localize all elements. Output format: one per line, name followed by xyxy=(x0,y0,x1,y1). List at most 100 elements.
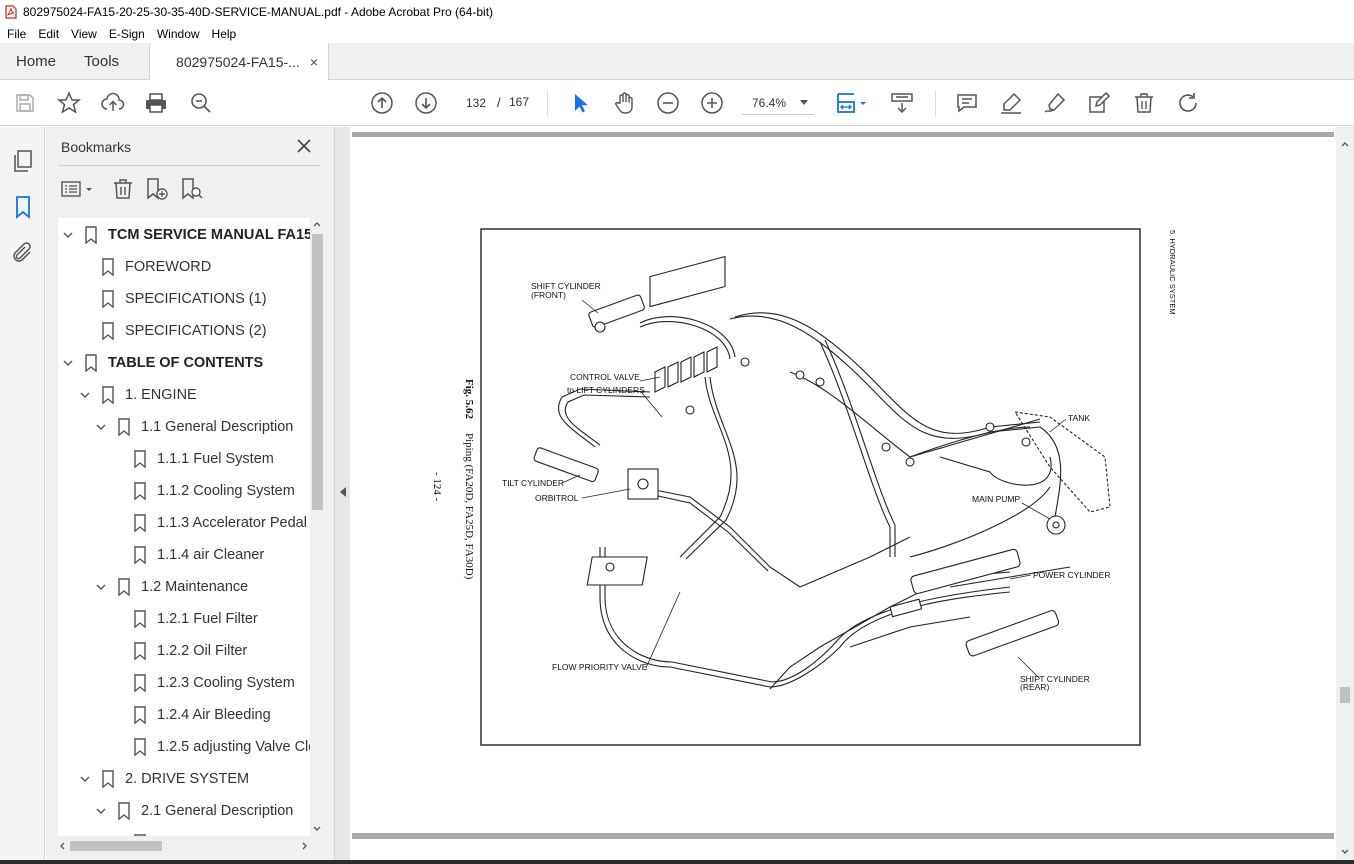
chevron-down-icon[interactable] xyxy=(61,228,75,242)
bookmark-item[interactable]: TCM SERVICE MANUAL FA15D xyxy=(61,219,310,251)
edit-icon[interactable] xyxy=(1087,91,1111,115)
bookmark-item[interactable]: 1.2.5 adjusting Valve Clearance xyxy=(133,731,310,763)
rotate-icon[interactable] xyxy=(1176,91,1200,115)
bookmark-item[interactable]: 2. DRIVE SYSTEM xyxy=(78,763,310,795)
window-title: 802975024-FA15-20-25-30-35-40D-SERVICE-M… xyxy=(23,5,494,19)
bookmark-item[interactable]: 2.1 General Description xyxy=(94,795,310,827)
chevron-down-icon[interactable] xyxy=(78,388,92,402)
tab-tools[interactable]: Tools xyxy=(70,43,149,79)
bookmark-icon xyxy=(101,290,115,309)
toolbar-divider xyxy=(935,90,936,116)
page-number-input[interactable] xyxy=(458,91,494,115)
star-icon[interactable] xyxy=(56,91,82,115)
save-icon[interactable] xyxy=(13,91,37,115)
chevron-down-icon[interactable] xyxy=(78,772,92,786)
bookmark-icon xyxy=(133,834,147,836)
options-menu-icon[interactable] xyxy=(60,177,96,201)
bookmark-item[interactable]: 1.1.4 air Cleaner xyxy=(133,539,310,571)
bookmark-label: 2. DRIVE SYSTEM xyxy=(125,771,250,787)
bookmark-item[interactable]: 1.2.3 Cooling System xyxy=(133,667,310,699)
bookmark-item[interactable]: 1.1.1 Fuel System xyxy=(133,443,310,475)
tab-home[interactable]: Home xyxy=(0,43,70,79)
bookmark-label: 1.1.1 Fuel System xyxy=(157,451,274,467)
bookmark-label: 2.1.1 D xyxy=(157,835,204,836)
bookmark-icon[interactable] xyxy=(11,195,35,219)
bookmark-item[interactable]: 2.1.1 D xyxy=(133,827,310,836)
zoom-out-icon[interactable] xyxy=(656,91,680,115)
bookmark-item[interactable]: 1.2 Maintenance xyxy=(94,571,310,603)
divider xyxy=(58,165,320,166)
scrollbar-thumb[interactable] xyxy=(1340,687,1350,703)
collapse-arrow-icon xyxy=(340,487,346,497)
scroll-right-arrow-icon[interactable] xyxy=(302,842,308,850)
scroll-up-arrow-icon[interactable] xyxy=(1341,141,1349,147)
upload-icon[interactable] xyxy=(101,91,125,115)
bookmark-label: 1.1.2 Cooling System xyxy=(157,483,295,499)
menu-esign[interactable]: E-Sign xyxy=(102,27,150,41)
scrollbar-thumb[interactable] xyxy=(70,841,162,851)
chevron-down-icon[interactable] xyxy=(61,356,75,370)
highlight-icon[interactable] xyxy=(999,91,1023,115)
chevron-down-icon[interactable] xyxy=(94,804,108,818)
attachment-icon[interactable] xyxy=(11,241,35,265)
page-thumbnails-icon[interactable] xyxy=(11,149,35,173)
page-separator: / xyxy=(497,95,501,110)
menu-help[interactable]: Help xyxy=(205,27,242,41)
acrobat-pdf-icon xyxy=(5,5,17,19)
scroll-mode-icon[interactable] xyxy=(890,91,914,115)
bookmark-item[interactable]: TABLE OF CONTENTS xyxy=(61,347,310,379)
menu-window[interactable]: Window xyxy=(150,27,205,41)
scroll-down-arrow-icon[interactable] xyxy=(1341,849,1349,855)
fit-page-icon[interactable] xyxy=(834,91,868,115)
scroll-down-arrow-icon[interactable] xyxy=(313,826,321,832)
select-cursor-icon[interactable] xyxy=(568,91,592,115)
label-tank: TANK xyxy=(1068,413,1090,423)
bookmark-item[interactable]: 1. ENGINE xyxy=(78,379,310,411)
print-icon[interactable] xyxy=(144,91,168,115)
chevron-down-icon[interactable] xyxy=(94,580,108,594)
panel-collapse-handle[interactable] xyxy=(334,127,350,860)
scroll-left-arrow-icon[interactable] xyxy=(59,842,65,850)
bookmark-from-selection-icon[interactable] xyxy=(180,177,204,201)
bookmark-icon xyxy=(133,642,147,661)
zoom-in-icon[interactable] xyxy=(700,91,724,115)
new-bookmark-icon[interactable] xyxy=(145,177,169,201)
page-total: 167 xyxy=(509,95,530,109)
bookmark-item[interactable]: 1.1 General Description xyxy=(94,411,310,443)
comment-icon[interactable] xyxy=(955,91,979,115)
document-vertical-scrollbar[interactable] xyxy=(1336,127,1354,860)
bookmarks-tree: TCM SERVICE MANUAL FA15D FOREWORD SPECIFIC… xyxy=(58,218,310,836)
hand-icon[interactable] xyxy=(612,91,636,115)
close-tab-button[interactable]: × xyxy=(310,54,318,70)
bookmark-item[interactable]: SPECIFICATIONS (2) xyxy=(101,315,310,347)
bookmark-label: 2.1 General Description xyxy=(141,803,294,819)
search-zoom-icon[interactable] xyxy=(189,91,213,115)
prev-page-icon[interactable] xyxy=(370,91,394,115)
zoom-dropdown[interactable]: 76.4% xyxy=(742,91,814,115)
bookmark-label: 1.2.2 Oil Filter xyxy=(157,643,248,659)
bookmark-item[interactable]: 1.2.1 Fuel Filter xyxy=(133,603,310,635)
menu-file[interactable]: File xyxy=(0,27,31,41)
scrollbar-thumb[interactable] xyxy=(312,234,323,510)
menu-edit[interactable]: Edit xyxy=(31,27,64,41)
scroll-up-arrow-icon[interactable] xyxy=(313,221,321,227)
next-page-icon[interactable] xyxy=(414,91,438,115)
sign-icon[interactable] xyxy=(1043,91,1067,115)
delete-bookmark-icon[interactable] xyxy=(111,177,135,201)
bookmark-label: 1.2.3 Cooling System xyxy=(157,675,295,691)
bookmarks-vertical-scrollbar[interactable] xyxy=(310,218,324,836)
bookmark-item[interactable]: 1.1.3 Accelerator Pedal xyxy=(133,507,310,539)
menu-view[interactable]: View xyxy=(64,27,102,41)
bookmark-item[interactable]: 1.2.2 Oil Filter xyxy=(133,635,310,667)
bookmark-item[interactable]: FOREWORD xyxy=(101,251,310,283)
bookmark-icon xyxy=(101,770,115,789)
bookmarks-horizontal-scrollbar[interactable] xyxy=(58,839,310,853)
chevron-down-icon[interactable] xyxy=(94,420,108,434)
bookmark-item[interactable]: 1.2.4 Air Bleeding xyxy=(133,699,310,731)
delete-icon[interactable] xyxy=(1132,91,1156,115)
bookmark-item[interactable]: SPECIFICATIONS (1) xyxy=(101,283,310,315)
tab-document[interactable]: 802975024-FA15-... × xyxy=(149,43,330,80)
bookmark-item[interactable]: 1.1.2 Cooling System xyxy=(133,475,310,507)
bookmark-label: 1.2.4 Air Bleeding xyxy=(157,707,271,723)
close-icon[interactable] xyxy=(296,138,312,154)
